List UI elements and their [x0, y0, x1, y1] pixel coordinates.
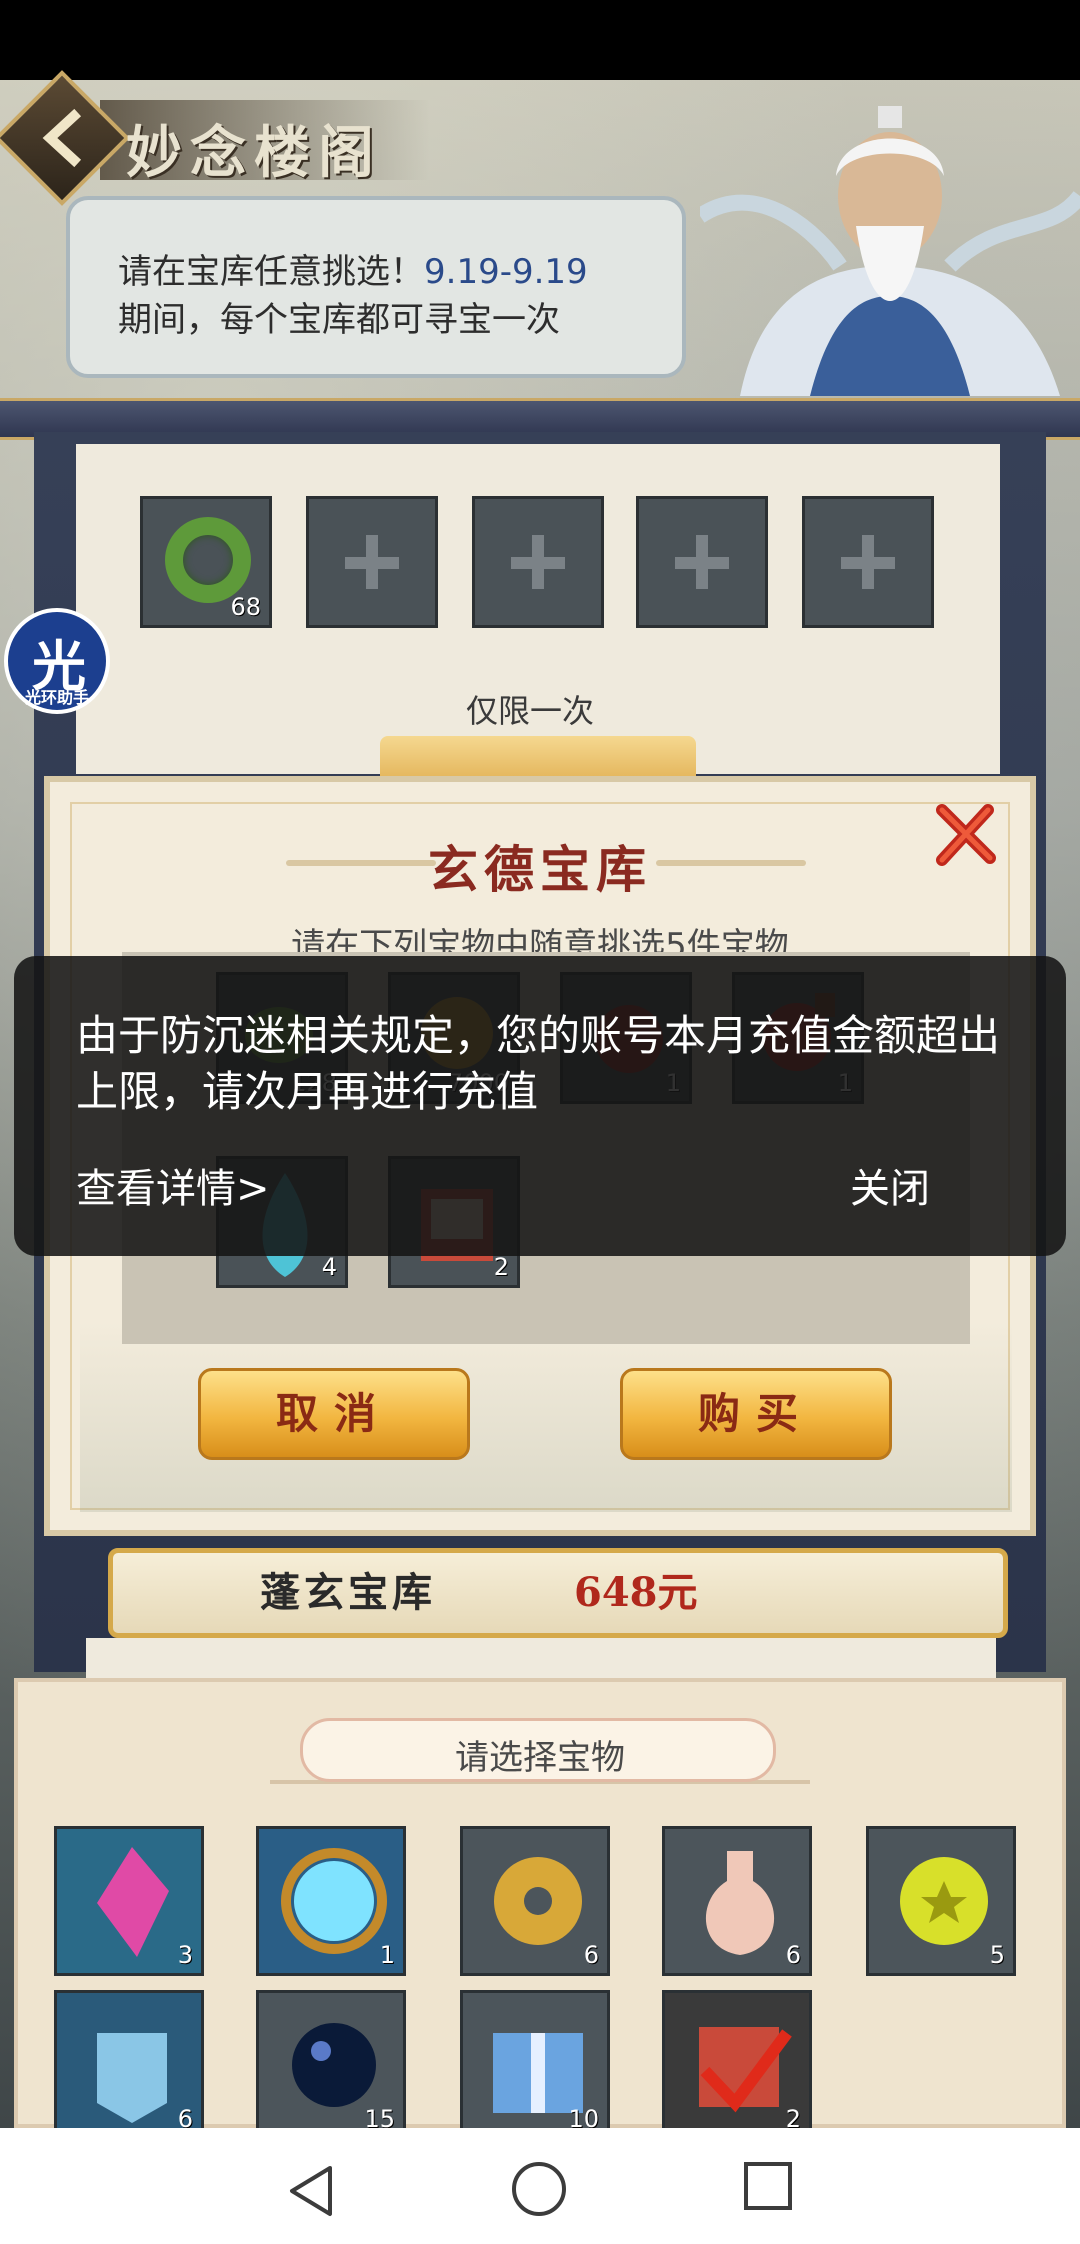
pick-item[interactable]: 15 [256, 1990, 406, 2140]
close-icon[interactable] [932, 802, 998, 868]
vault-plaque [108, 1548, 1008, 1638]
notice-line-1: 请在宝库任意挑选！9.19-9.19 [118, 244, 588, 293]
plus-icon-stem [696, 535, 708, 589]
back-arrow-icon [42, 108, 82, 168]
notice-text: 请在宝库任意挑选！ [118, 252, 424, 292]
empty-slot-2[interactable] [306, 496, 438, 628]
vault-body [86, 1638, 996, 1678]
jade-dragon-icon [165, 517, 251, 603]
item-count: 6 [583, 1941, 599, 1969]
selection-header: 请选择宝物 [455, 1738, 625, 1778]
navigation-bar [0, 2128, 1080, 2244]
limit-text: 仅限一次 [466, 692, 595, 730]
empty-slot-3[interactable] [472, 496, 604, 628]
cancel-button[interactable]: 取消 [198, 1368, 470, 1460]
pick-item[interactable]: 2 [662, 1990, 812, 2140]
pick-item[interactable]: 6 [662, 1826, 812, 1976]
vault-price: 648元 [574, 1569, 698, 1616]
item-count: 4 [321, 1253, 337, 1281]
nav-home-icon[interactable] [512, 2162, 566, 2216]
assistant-label: 光环助手 [24, 688, 89, 707]
pick-item[interactable]: 10 [460, 1990, 610, 2140]
status-bar [0, 0, 1080, 80]
item-count: 2 [493, 1253, 509, 1281]
recharge-limit-toast: 由于防沉迷相关规定，您的账号本月充值金额超出上限，请次月再进行充值 查看详情> … [14, 956, 1066, 1256]
nav-back-icon[interactable] [286, 2164, 336, 2218]
empty-slot-4[interactable] [636, 496, 768, 628]
toast-message: 由于防沉迷相关规定，您的账号本月充值金额超出上限，请次月再进行充值 [76, 1011, 1001, 1116]
plus-icon-stem [366, 535, 378, 589]
vault-name: 蓬玄宝库 [260, 1569, 436, 1616]
event-notice: 请在宝库任意挑选！9.19-9.19 期间，每个宝库都可寻宝一次 [66, 196, 686, 378]
empty-slot-5[interactable] [802, 496, 934, 628]
pick-item[interactable]: 6 [460, 1826, 610, 1976]
selected-slot-1[interactable]: 68 [140, 496, 272, 628]
pick-item[interactable]: 1 [256, 1826, 406, 1976]
pick-item[interactable]: 3 [54, 1826, 204, 1976]
assistant-float-button[interactable]: 光 光环助手 [4, 608, 110, 714]
dialog-title: 玄德宝库 [428, 840, 652, 899]
plus-icon-stem [862, 535, 874, 589]
item-count: 5 [989, 1941, 1005, 1969]
plus-icon-stem [532, 535, 544, 589]
notice-date: 9.19-9.19 [424, 252, 588, 292]
nav-recents-icon[interactable] [744, 2162, 792, 2210]
item-count: 1 [379, 1941, 395, 1969]
item-count: 3 [177, 1941, 193, 1969]
buy-button[interactable]: 购买 [620, 1368, 892, 1460]
item-count: 68 [230, 593, 261, 621]
item-count: 6 [785, 1941, 801, 1969]
page-title: 妙念楼阁 [126, 120, 382, 186]
view-details-link[interactable]: 查看详情> [76, 1156, 270, 1214]
pick-item[interactable]: 5 [866, 1826, 1016, 1976]
pick-item[interactable]: 6 [54, 1990, 204, 2140]
notice-line-2: 期间，每个宝库都可寻宝一次 [118, 300, 560, 340]
toast-close-button[interactable]: 关闭 [850, 1156, 930, 1214]
elder-character-icon [700, 106, 1080, 396]
